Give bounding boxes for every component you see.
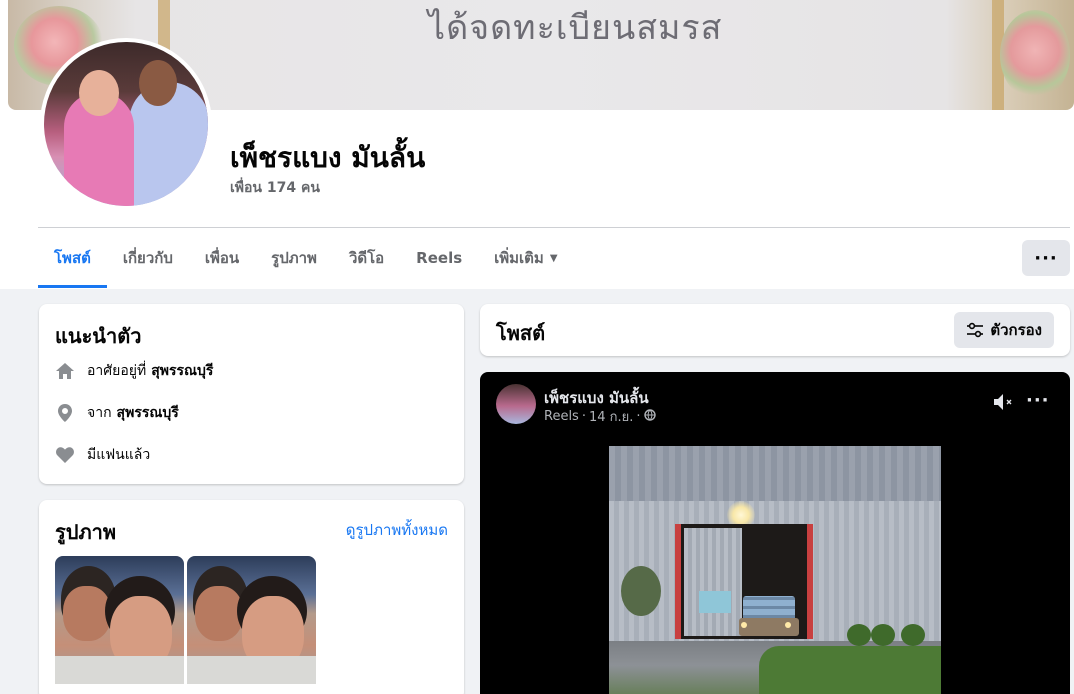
photo-thumbnail-2[interactable]: [187, 556, 316, 684]
tab-posts[interactable]: โพสต์: [38, 228, 107, 288]
profile-tabs: โพสต์ เกี่ยวกับ เพื่อน รูปภาพ วิดีโอ Ree…: [38, 228, 574, 288]
intro-from: จาก สุพรรณบุรี: [55, 402, 179, 424]
tab-reels-label: Reels: [416, 249, 463, 267]
post-author-avatar[interactable]: [496, 384, 536, 424]
intro-title: แนะนำตัว: [55, 324, 142, 348]
photo-shirt: [55, 656, 184, 684]
friends-count[interactable]: เพื่อน 174 คน: [230, 177, 320, 199]
avatar-face-woman: [79, 70, 119, 116]
photo-face: [195, 586, 243, 641]
video-bush: [901, 624, 925, 646]
filter-label: ตัวกรอง: [990, 321, 1042, 339]
video-tree: [621, 566, 661, 616]
intro-lives-in-value[interactable]: สุพรรณบุรี: [151, 360, 213, 382]
tab-friends[interactable]: เพื่อน: [189, 228, 255, 288]
caret-down-icon: ▼: [549, 252, 558, 264]
post-date[interactable]: 14 ก.ย.: [589, 406, 633, 427]
intro-lives-in-prefix: อาศัยอยู่ที่: [87, 363, 147, 379]
post-meta: Reels · 14 ก.ย. ·: [544, 406, 659, 427]
tab-reels[interactable]: Reels: [400, 228, 478, 288]
photo-face: [63, 586, 111, 641]
posts-title: โพสต์: [496, 321, 546, 345]
mute-speaker-icon[interactable]: [992, 392, 1016, 416]
filter-button[interactable]: ตัวกรอง: [954, 312, 1054, 348]
video-truck-headlight: [741, 622, 747, 628]
meta-separator: ·: [636, 409, 641, 424]
video-bush: [847, 624, 871, 646]
profile-header: ได้จดทะเบียนสมรส เพ็ชรแบง มันลั้น เพื่อน…: [0, 0, 1074, 289]
profile-name: เพ็ชรแบง มันลั้น: [230, 141, 426, 174]
photos-title: รูปภาพ: [55, 520, 117, 544]
home-icon: [55, 361, 75, 381]
globe-icon: [643, 408, 656, 425]
photos-card: รูปภาพ ดูรูปภาพทั้งหมด: [39, 500, 464, 694]
video-bush: [871, 624, 895, 646]
tab-more-label: เพิ่มเติม: [494, 249, 544, 267]
meta-separator: ·: [581, 409, 586, 424]
profile-more-button[interactable]: ···: [1022, 240, 1070, 276]
intro-from-value[interactable]: สุพรรณบุรี: [117, 402, 179, 424]
video-truck-headlight: [785, 622, 791, 628]
tab-photos-label: รูปภาพ: [271, 249, 317, 267]
see-all-photos-link[interactable]: ดูรูปภาพทั้งหมด: [346, 518, 448, 542]
avatar-face-man: [139, 60, 177, 106]
photo-thumbnail-1[interactable]: [55, 556, 184, 684]
tab-about[interactable]: เกี่ยวกับ: [107, 228, 189, 288]
cover-text: ได้จดทะเบียนสมรส: [428, 8, 723, 48]
photo-shirt: [187, 656, 316, 684]
video-grass: [759, 646, 941, 694]
filter-sliders-icon: [966, 322, 984, 338]
tab-photos[interactable]: รูปภาพ: [255, 228, 333, 288]
intro-from-prefix: จาก: [87, 405, 112, 421]
video-door-panel: [684, 528, 742, 636]
profile-avatar[interactable]: [40, 38, 212, 210]
tab-friends-label: เพื่อน: [204, 249, 240, 267]
tab-videos[interactable]: วิดีโอ: [333, 228, 400, 288]
intro-relationship-value: มีแฟนแล้ว: [87, 447, 151, 463]
heart-icon: [55, 445, 75, 465]
tab-more[interactable]: เพิ่มเติม ▼: [478, 228, 573, 288]
intro-relationship: มีแฟนแล้ว: [55, 444, 150, 466]
location-pin-icon: [55, 403, 75, 423]
video-warehouse-roof: [609, 446, 941, 501]
tab-posts-label: โพสต์: [54, 249, 91, 267]
intro-lives-in: อาศัยอยู่ที่ สุพรรณบุรี: [55, 360, 213, 382]
reel-video-frame[interactable]: [609, 446, 941, 694]
post-source[interactable]: Reels: [544, 409, 579, 424]
tab-videos-label: วิดีโอ: [348, 249, 385, 267]
cover-flower-right: [1000, 10, 1070, 100]
tab-about-label: เกี่ยวกับ: [122, 249, 173, 267]
posts-header-card: โพสต์ ตัวกรอง: [480, 304, 1070, 356]
intro-card: แนะนำตัว อาศัยอยู่ที่ สุพรรณบุรี จาก สุพ…: [39, 304, 464, 484]
post-more-options-button[interactable]: ···: [1026, 390, 1050, 411]
video-sign: [699, 591, 731, 613]
reel-post[interactable]: เพ็ชรแบง มันลั้น Reels · 14 ก.ย. · ···: [480, 372, 1070, 694]
